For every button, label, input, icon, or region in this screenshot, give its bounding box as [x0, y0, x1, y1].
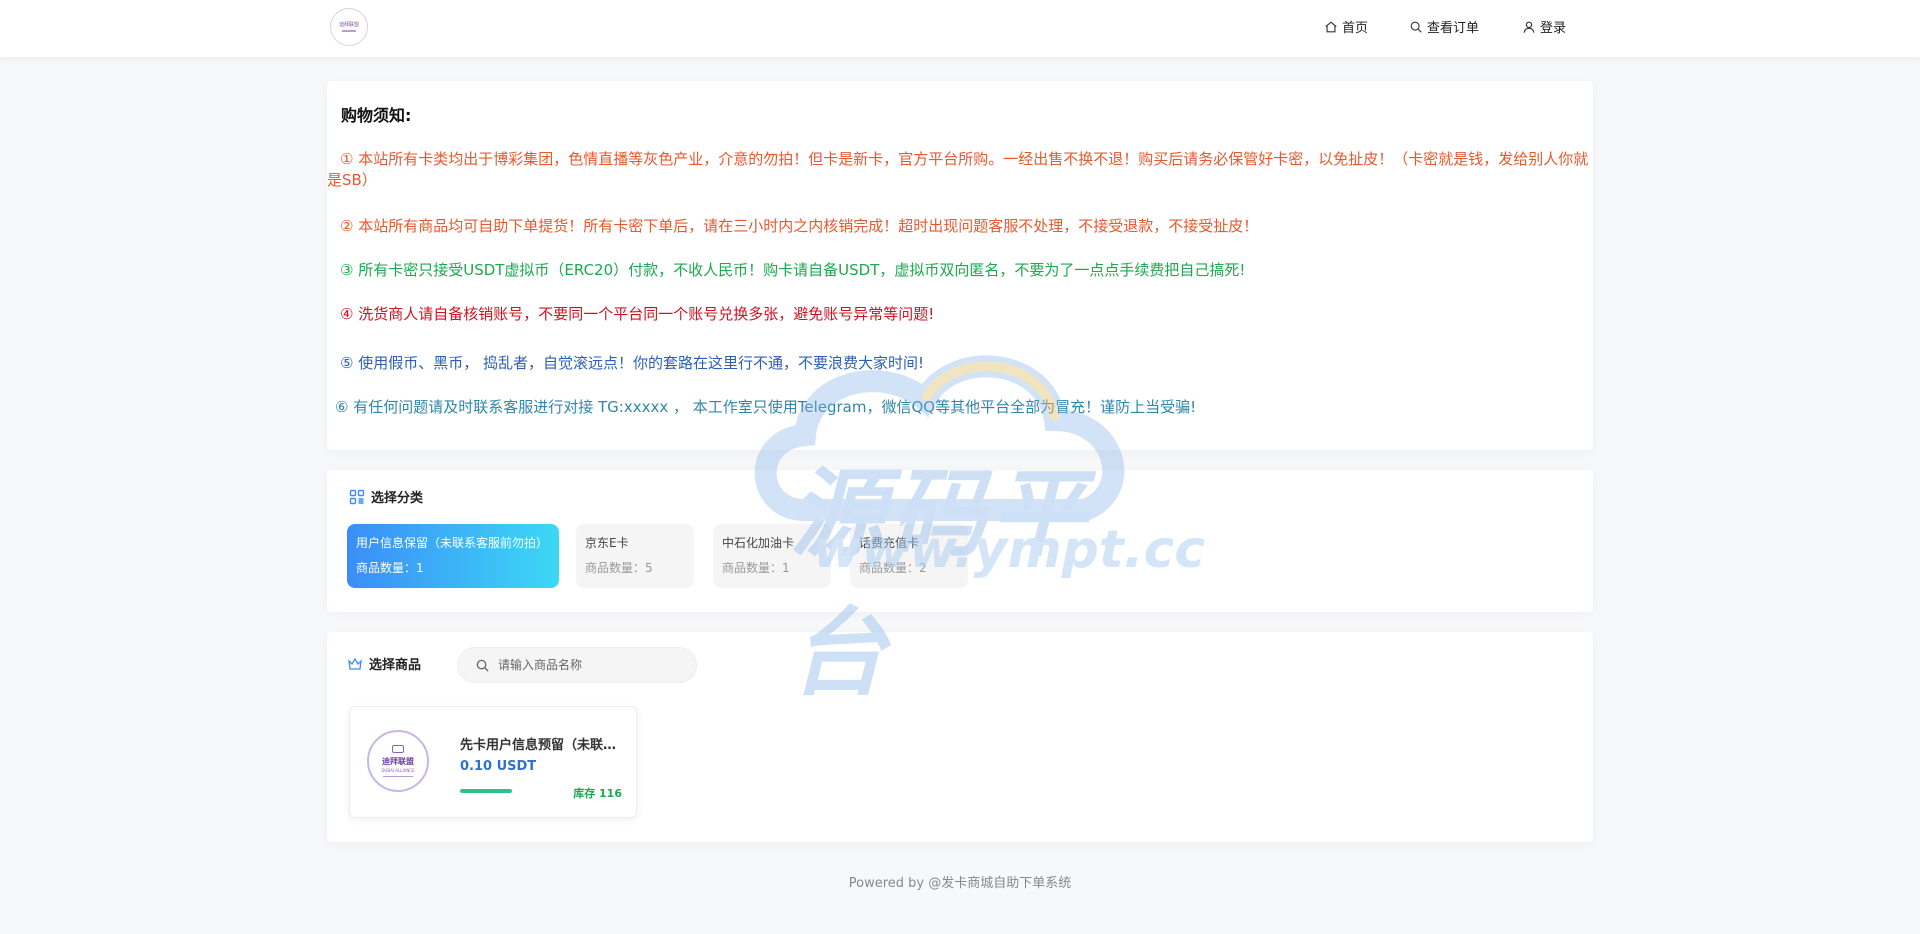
category-item-phone-card[interactable]: 话费充值卡 商品数量：2 [850, 524, 968, 588]
stock-progress-bar [460, 789, 512, 793]
product-card[interactable]: 迪拜联盟 DUBAI ALLIANCE 先卡用户信息预留（未联系客服前勿拍） 0… [349, 706, 637, 818]
goods-section-title: 选择商品 [347, 654, 421, 673]
product-image-text: 迪拜联盟 [382, 757, 414, 766]
notice-line-1: ① 本站所有卡类均出于博彩集团，色情直播等灰色产业，介意的勿拍！但卡是新卡，官方… [327, 150, 1589, 189]
category-item-jd-ecard[interactable]: 京东E卡 商品数量：5 [576, 524, 694, 588]
product-price: 0.10 USDT [460, 759, 537, 774]
nav-orders-label: 查看订单 [1427, 21, 1480, 36]
notice-line-3: ③ 所有卡密只接受USDT虚拟币（ERC20）付款，不收人民币！购卡请自备USD… [340, 261, 1246, 279]
top-navbar: 迪拜联盟 首页 查看订单 登录 [0, 0, 1920, 57]
nav-home-link[interactable]: 首页 [1324, 17, 1368, 36]
category-section-title: 选择分类 [349, 487, 423, 506]
notice-line-5: ⑤ 使用假币、黑币， 捣乱者，自觉滚远点！你的套路在这里行不通，不要浪费大家时间… [340, 354, 925, 372]
nav-orders-link[interactable]: 查看订单 [1409, 17, 1479, 36]
category-item-count: 商品数量：1 [356, 561, 424, 575]
user-icon [1523, 21, 1535, 33]
category-item-sinopec-card[interactable]: 中石化加油卡 商品数量：1 [713, 524, 831, 588]
category-item-name: 京东E卡 [585, 536, 629, 550]
product-image-subtext: DUBAI ALLIANCE [381, 768, 415, 773]
product-image: 迪拜联盟 DUBAI ALLIANCE [367, 730, 429, 792]
category-item-user-info[interactable]: 用户信息保留（未联系客服前勿拍） 商品数量：1 [347, 524, 559, 588]
category-card: 选择分类 用户信息保留（未联系客服前勿拍） 商品数量：1 京东E卡 商品数量：5… [327, 470, 1593, 612]
notice-line-6: ⑥ 有任何问题请及时联系客服进行对接 TG:xxxxx ， 本工作室只使用Tel… [335, 398, 1197, 416]
product-image-divider [383, 776, 413, 777]
notice-title: 购物须知: [341, 106, 412, 125]
grid-icon [349, 489, 365, 504]
category-item-count: 商品数量：5 [585, 561, 653, 575]
crown-icon [348, 657, 362, 670]
stock-progress-fill [460, 789, 512, 793]
product-search-input[interactable] [498, 658, 678, 672]
nav-login-label: 登录 [1540, 21, 1567, 36]
goods-card: 选择商品 迪拜联盟 DUBAI ALLIANCE 先卡用户信息预留（未联系客服前… [327, 632, 1593, 842]
logo-text: 迪拜联盟 [338, 22, 359, 28]
nav-login-link[interactable]: 登录 [1522, 17, 1566, 36]
card-icon [392, 745, 404, 753]
shopping-notice-card: 购物须知: ① 本站所有卡类均出于博彩集团，色情直播等灰色产业，介意的勿拍！但卡… [327, 81, 1593, 450]
logo-divider [342, 30, 356, 32]
search-icon [476, 659, 489, 672]
goods-title-label: 选择商品 [369, 658, 422, 673]
search-icon [1410, 21, 1422, 33]
category-title-label: 选择分类 [371, 491, 424, 506]
notice-line-2: ② 本站所有商品均可自助下单提货！所有卡密下单后，请在三小时内之内核销完成！超时… [340, 217, 1259, 235]
notice-line-4: ④ 洗货商人请自备核销账号，不要同一个平台同一个账号兑换多张，避免账号异常等问题… [340, 305, 935, 323]
product-search-box[interactable] [457, 647, 697, 683]
category-item-count: 商品数量：1 [722, 561, 790, 575]
category-item-name: 话费充值卡 [859, 536, 920, 550]
product-stock: 库存 116 [573, 787, 622, 800]
nav-home-label: 首页 [1342, 21, 1369, 36]
site-logo[interactable]: 迪拜联盟 [330, 8, 368, 46]
category-item-name: 中石化加油卡 [722, 536, 795, 550]
category-item-count: 商品数量：2 [859, 561, 927, 575]
category-item-name: 用户信息保留（未联系客服前勿拍） [356, 536, 549, 550]
product-name: 先卡用户信息预留（未联系客服前勿拍） [460, 738, 625, 753]
home-icon [1325, 20, 1337, 32]
footer-powered-by: Powered by @发卡商城自助下单系统 [848, 876, 1072, 891]
